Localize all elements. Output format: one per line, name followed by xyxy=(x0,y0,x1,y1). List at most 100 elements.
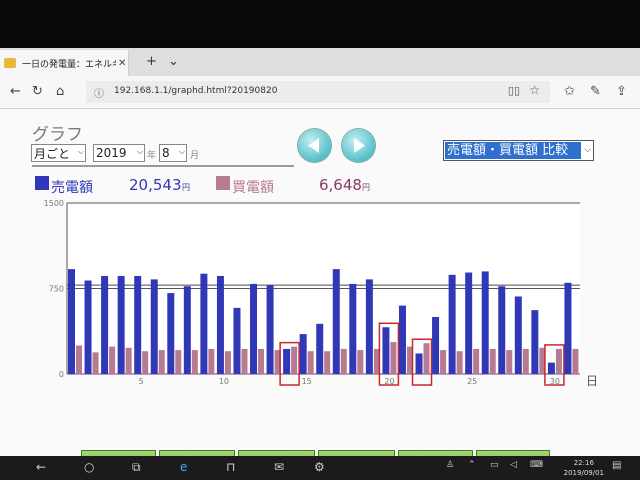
bar-sell xyxy=(84,280,92,374)
bar-buy xyxy=(357,350,364,374)
bar-buy xyxy=(340,348,347,374)
bar-buy xyxy=(142,351,149,374)
bar-sell xyxy=(432,317,440,374)
bar-sell xyxy=(448,274,456,374)
daily-bar-chart: 0 750 1500 5 10 15 20 25 30 日 xyxy=(44,199,598,388)
bar-sell xyxy=(531,310,539,374)
bar-buy xyxy=(258,348,265,374)
bar-sell xyxy=(101,275,109,374)
clock-time: 22:16 xyxy=(573,459,594,467)
bar-buy xyxy=(291,346,298,374)
bar-sell xyxy=(68,269,75,374)
bar-buy xyxy=(506,350,513,374)
keyboard-icon[interactable]: ⌨ xyxy=(530,460,543,470)
bar-buy xyxy=(390,342,397,374)
bar-sell xyxy=(183,286,191,374)
bar-buy xyxy=(456,351,463,374)
address-bar-row: ← ↻ ⌂ ⓘ 192.168.1.1/graphd.html?20190820… xyxy=(0,76,640,109)
network-icon[interactable]: ▭ xyxy=(490,460,499,470)
bar-buy xyxy=(555,348,562,374)
bar-buy xyxy=(92,352,99,374)
bar-buy xyxy=(307,351,314,374)
y-tick-label: 0 xyxy=(59,370,64,379)
bar-sell xyxy=(283,348,291,374)
cortana-circle-icon[interactable]: ○ xyxy=(84,460,94,474)
bar-buy xyxy=(125,347,132,374)
bar-sell xyxy=(134,275,142,374)
task-view-icon[interactable]: ⧉ xyxy=(132,460,141,475)
clock-date: 2019/09/01 xyxy=(563,469,604,477)
bar-sell xyxy=(365,279,373,374)
bar-buy xyxy=(572,348,579,374)
new-tab-button[interactable]: + xyxy=(146,54,157,69)
home-icon[interactable]: ⌂ xyxy=(56,84,64,99)
bar-sell xyxy=(564,282,572,374)
favorites-hub-icon[interactable]: ✩ xyxy=(564,84,575,99)
browser-tab[interactable]: 一日の発電量：エネルギ・ ✕ xyxy=(0,50,129,76)
pen-notes-icon[interactable]: ✎ xyxy=(590,84,601,99)
reading-view-icon[interactable]: ▯▯ xyxy=(508,84,520,97)
bar-sell xyxy=(117,275,125,374)
x-tick-label: 15 xyxy=(302,377,312,386)
bar-sell xyxy=(316,323,324,374)
share-icon[interactable]: ⇪ xyxy=(616,84,627,99)
y-tick-label: 750 xyxy=(49,285,64,294)
bar-sell xyxy=(266,285,274,374)
tab-close-icon[interactable]: ✕ xyxy=(118,58,126,69)
address-bar[interactable]: ⓘ 192.168.1.1/graphd.html?20190820 ▯▯ ☆ xyxy=(86,81,550,103)
x-tick-label: 5 xyxy=(139,377,144,386)
mail-icon[interactable]: ✉ xyxy=(274,460,284,474)
favorite-star-icon[interactable]: ☆ xyxy=(529,83,540,97)
back-arrow-icon[interactable]: ← xyxy=(36,460,46,474)
bar-buy xyxy=(109,346,116,374)
x-tick-label: 10 xyxy=(219,377,229,386)
bar-sell xyxy=(398,305,406,374)
bar-sell xyxy=(415,353,423,374)
bar-sell xyxy=(216,275,224,374)
x-tick-label: 20 xyxy=(384,377,394,386)
bar-sell xyxy=(547,362,555,374)
windows-taskbar: ← ○ ⧉ e ⊓ ✉ ⚙ ♙ ⌃ ▭ ◁ ⌨ 22:16 2019/09/01… xyxy=(0,456,640,480)
url-text[interactable]: 192.168.1.1/graphd.html?20190820 xyxy=(114,86,277,96)
bar-buy xyxy=(191,350,198,374)
settings-gear-icon[interactable]: ⚙ xyxy=(314,460,325,474)
bar-sell xyxy=(200,273,208,374)
x-tick-label: 25 xyxy=(467,377,477,386)
x-axis-label: 日 xyxy=(586,374,598,388)
edge-browser-icon[interactable]: e xyxy=(180,460,187,474)
bar-buy xyxy=(76,345,82,374)
x-tick-label: 30 xyxy=(550,377,560,386)
action-center-icon[interactable]: ▤ xyxy=(612,460,621,471)
bar-sell xyxy=(349,283,357,374)
bar-sell xyxy=(150,279,158,374)
bar-sell xyxy=(167,293,175,374)
bar-sell xyxy=(250,283,258,374)
bar-buy xyxy=(175,350,182,374)
bar-buy xyxy=(473,348,480,374)
page-content: グラフ 月ごと ⌵ 2019 ⌵ 年 8 ⌵ 月 売電額・買電額 比較 ⌵ 売電… xyxy=(0,109,640,476)
bar-sell xyxy=(498,286,506,374)
people-icon[interactable]: ♙ xyxy=(446,460,454,470)
store-bag-icon[interactable]: ⊓ xyxy=(226,460,235,474)
bar-buy xyxy=(423,343,430,374)
bar-buy xyxy=(440,350,447,374)
taskbar-clock[interactable]: 22:16 2019/09/01 xyxy=(564,458,604,478)
bar-sell xyxy=(465,272,473,374)
tray-chevron-icon[interactable]: ⌃ xyxy=(468,460,476,470)
bar-sell xyxy=(299,334,307,374)
tab-bar: 一日の発電量：エネルギ・ ✕ + ⌄ xyxy=(0,48,640,77)
bar-buy xyxy=(324,351,331,374)
refresh-icon[interactable]: ↻ xyxy=(32,84,43,99)
bar-sell xyxy=(382,327,390,374)
tab-list-chevron-icon[interactable]: ⌄ xyxy=(168,54,179,69)
info-icon[interactable]: ⓘ xyxy=(94,85,104,100)
bar-sell xyxy=(332,269,340,374)
bar-sell xyxy=(514,296,522,374)
bar-sell xyxy=(233,307,241,374)
bar-sell xyxy=(481,271,489,374)
back-arrow-icon[interactable]: ← xyxy=(10,84,21,99)
volume-icon[interactable]: ◁ xyxy=(510,460,517,470)
monitor-bezel xyxy=(0,0,640,48)
y-tick-label: 1500 xyxy=(44,199,64,208)
browser-window: 一日の発電量：エネルギ・ ✕ + ⌄ ← ↻ ⌂ ⓘ 192.168.1.1/g… xyxy=(0,48,640,476)
